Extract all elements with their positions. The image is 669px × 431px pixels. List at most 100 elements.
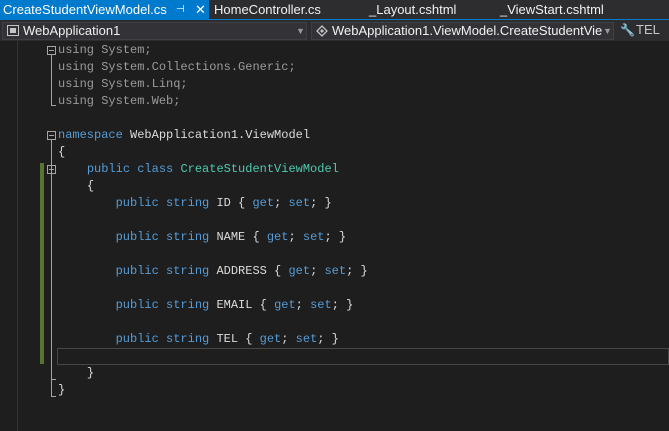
tab-label: _Layout.cshtml: [369, 2, 457, 17]
code-line: {: [58, 178, 94, 195]
chevron-down-icon[interactable]: ▼: [296, 23, 305, 39]
tab-viewstart[interactable]: _ViewStart.cshtml: [497, 0, 637, 19]
code-line: }: [58, 382, 65, 399]
brace: {: [58, 145, 66, 159]
code-line: public string ADDRESS { get; set; }: [58, 263, 368, 280]
brace: }: [58, 383, 66, 397]
code-line: public string ID { get; set; }: [58, 195, 332, 212]
namespace-ref: System.Web;: [94, 94, 181, 108]
code-line: public string NAME { get; set; }: [58, 229, 346, 246]
tab-createstudentviewmodel[interactable]: CreateStudentViewModel.cs ⊣ ✕: [0, 0, 209, 19]
keyword: get: [288, 264, 311, 278]
punctuation: {: [238, 332, 260, 346]
change-indicator: [40, 163, 44, 364]
code-line: public class CreateStudentViewModel: [58, 161, 339, 178]
pin-icon[interactable]: ⊣: [176, 0, 185, 19]
namespace-ref: System.Linq;: [94, 77, 188, 91]
namespace-name: WebApplication1.ViewModel: [122, 128, 311, 142]
punctuation: ;: [310, 264, 325, 278]
collapse-icon[interactable]: [47, 46, 56, 55]
punctuation: {: [245, 230, 267, 244]
fold-line: [51, 174, 52, 380]
keyword: set: [295, 332, 318, 346]
keyword: public string: [115, 264, 217, 278]
property-name: ADDRESS: [216, 264, 267, 278]
namespace-ref: System;: [94, 43, 152, 57]
current-line-highlight: [57, 348, 669, 365]
punctuation: ; }: [324, 230, 347, 244]
code-line: public string EMAIL { get; set; }: [58, 297, 354, 314]
navigation-bar: WebApplication1 ▼ WebApplication1.ViewMo…: [0, 19, 669, 41]
keyword: public string: [115, 196, 217, 210]
punctuation: {: [252, 298, 275, 312]
code-line: namespace WebApplication1.ViewModel: [58, 127, 310, 144]
chevron-down-icon[interactable]: ▼: [603, 23, 612, 39]
punctuation: ;: [281, 332, 296, 346]
keyword: using: [58, 60, 95, 74]
type-name: WebApplication1.ViewModel.CreateStudentV…: [332, 23, 603, 38]
punctuation: ;: [274, 196, 289, 210]
class-name: CreateStudentViewModel: [180, 162, 339, 176]
property-name: NAME: [216, 230, 246, 244]
tab-layout[interactable]: _Layout.cshtml: [366, 0, 486, 19]
project-icon: [7, 25, 19, 36]
property-name: TEL: [216, 332, 239, 346]
namespace-ref: System.Collections.Generic;: [94, 60, 296, 74]
keyword: using: [58, 77, 95, 91]
class-icon: [316, 25, 328, 37]
keyword: using: [58, 94, 95, 108]
project-dropdown[interactable]: WebApplication1 ▼: [2, 22, 307, 40]
code-text: using System; using System.Collections.G…: [58, 41, 368, 397]
collapse-icon[interactable]: [47, 131, 56, 140]
keyword: get: [252, 196, 275, 210]
code-line: {: [58, 144, 65, 161]
code-line: using System;: [58, 42, 152, 59]
keyword: namespace: [58, 128, 123, 142]
document-tab-strip: CreateStudentViewModel.cs ⊣ ✕ HomeContro…: [0, 0, 669, 19]
punctuation: ; }: [346, 264, 368, 278]
tab-label: _ViewStart.cshtml: [500, 2, 604, 17]
code-line: }: [58, 365, 94, 382]
keyword: set: [302, 230, 325, 244]
keyword: using: [58, 43, 95, 57]
tab-homecontroller[interactable]: HomeController.cs: [211, 0, 351, 19]
keyword: set: [288, 196, 311, 210]
code-editor[interactable]: using System; using System.Collections.G…: [0, 41, 669, 431]
fold-end: [51, 379, 56, 380]
keyword: get: [266, 230, 289, 244]
code-line: using System.Collections.Generic;: [58, 59, 296, 76]
punctuation: ; }: [331, 298, 354, 312]
punctuation: ;: [295, 298, 311, 312]
brace: }: [86, 366, 95, 380]
code-line: using System.Linq;: [58, 76, 188, 93]
keyword: public string: [115, 332, 217, 346]
member-dropdown[interactable]: TEL: [636, 20, 660, 40]
tab-label: HomeController.cs: [214, 2, 321, 17]
keyword: get: [274, 298, 296, 312]
property-name: EMAIL: [216, 298, 253, 312]
keyword: set: [310, 298, 332, 312]
fold-end: [51, 105, 56, 106]
punctuation: {: [230, 196, 253, 210]
code-line: public string TEL { get; set; }: [58, 331, 339, 348]
punctuation: ;: [288, 230, 303, 244]
punctuation: ; }: [317, 332, 339, 346]
keyword: public string: [115, 298, 217, 312]
property-name: ID: [216, 196, 231, 210]
wrench-icon: 🔧: [620, 23, 635, 37]
keyword: get: [259, 332, 282, 346]
keyword: set: [324, 264, 347, 278]
code-line: using System.Web;: [58, 93, 180, 110]
editor-gutter: [0, 41, 18, 431]
keyword: public class: [86, 162, 181, 176]
type-dropdown[interactable]: WebApplication1.ViewModel.CreateStudentV…: [311, 22, 614, 40]
tab-label: CreateStudentViewModel.cs: [3, 2, 167, 17]
punctuation: {: [266, 264, 289, 278]
collapse-icon[interactable]: [47, 165, 56, 174]
project-name: WebApplication1: [23, 23, 121, 38]
fold-line: [51, 55, 52, 106]
keyword: public string: [115, 230, 217, 244]
close-icon[interactable]: ✕: [195, 0, 206, 19]
brace: {: [86, 179, 95, 193]
fold-end: [51, 396, 56, 397]
